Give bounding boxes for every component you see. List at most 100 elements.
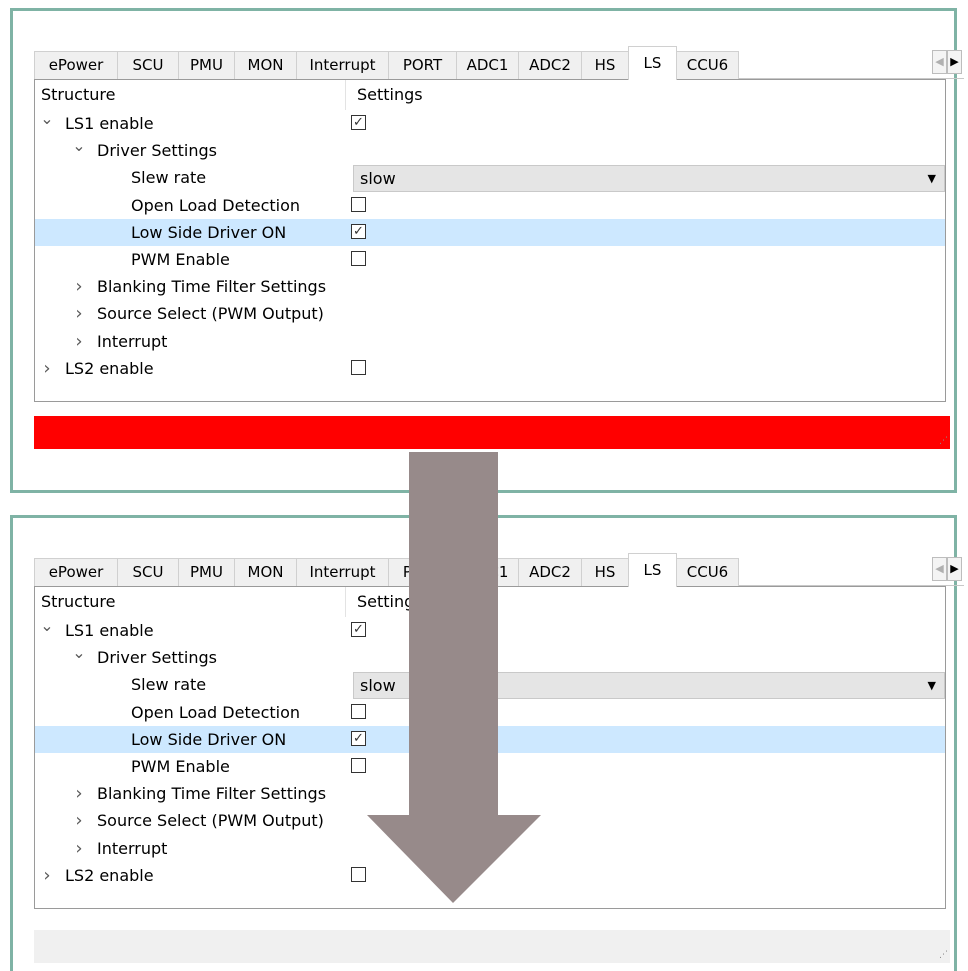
settings-tree: Structure Settings ⌄ LS1 enable ✓ ⌄ Driver Set… bbox=[34, 586, 946, 909]
setting-checkbox[interactable] bbox=[351, 866, 366, 882]
tree-row-label: PWM Enable bbox=[131, 757, 230, 776]
tree-row-label: Interrupt bbox=[97, 838, 168, 858]
chevron-right-icon[interactable]: › bbox=[71, 300, 87, 327]
tree-row-label: Low Side Driver ON bbox=[131, 222, 287, 242]
chevron-down-icon[interactable]: ⌄ bbox=[71, 137, 87, 164]
tree-row-label: Blanking Time Filter Settings bbox=[97, 784, 327, 804]
tree-row[interactable]: ⌄ Driver Settings bbox=[35, 137, 945, 164]
tab-port[interactable]: PORT bbox=[388, 51, 457, 79]
setting-checkbox[interactable] bbox=[351, 359, 366, 375]
tab-mon[interactable]: MON bbox=[234, 558, 297, 586]
chevron-right-icon[interactable]: › bbox=[71, 807, 87, 834]
tree-row-label: Source Select (PWM Output) bbox=[97, 304, 324, 324]
tab-adc2[interactable]: ADC2 bbox=[518, 558, 582, 586]
setting-checkbox[interactable]: ✓ bbox=[351, 730, 366, 746]
setting-checkbox[interactable] bbox=[351, 703, 366, 719]
tree-row[interactable]: Slew rate slow ▼ bbox=[35, 671, 945, 700]
tab-scroll-left-icon[interactable]: ◀ bbox=[932, 50, 947, 74]
tab-ls[interactable]: LS bbox=[628, 46, 677, 80]
resize-grip-icon[interactable]: ⋰ bbox=[939, 436, 948, 446]
tree-row[interactable]: › Blanking Time Filter Settings bbox=[35, 273, 945, 300]
setting-checkbox[interactable]: ✓ bbox=[351, 223, 366, 239]
tab-epower[interactable]: ePower bbox=[34, 558, 118, 586]
chevron-right-icon[interactable]: › bbox=[39, 862, 55, 889]
chevron-right-icon[interactable]: › bbox=[39, 355, 55, 382]
tab-ccu6[interactable]: CCU6 bbox=[676, 51, 739, 79]
tree-row[interactable]: PWM Enable bbox=[35, 753, 945, 780]
tree-header: Structure Settings bbox=[35, 587, 945, 617]
tree-row-label: Interrupt bbox=[97, 331, 168, 351]
tree-row[interactable]: › Source Select (PWM Output) bbox=[35, 300, 945, 327]
tab-bar: ePower SCU PMU MON Interrupt PORT ADC1 ADC2 HS LS… bbox=[34, 553, 964, 587]
tree-row-label: LS2 enable bbox=[65, 865, 154, 885]
tree-row[interactable]: › Interrupt bbox=[35, 835, 945, 862]
tree-row[interactable]: › LS2 enable bbox=[35, 862, 945, 889]
tab-scroll-left-icon[interactable]: ◀ bbox=[932, 557, 947, 581]
resize-grip-icon[interactable]: ⋰ bbox=[939, 950, 948, 960]
tab-port[interactable]: PORT bbox=[388, 558, 457, 586]
column-header-settings[interactable]: Settings bbox=[357, 80, 423, 110]
tab-scroll-right-icon[interactable]: ▶ bbox=[947, 557, 962, 581]
tree-header: Structure Settings bbox=[35, 80, 945, 110]
dropdown-arrow-icon[interactable]: ▼ bbox=[928, 673, 936, 698]
tree-row[interactable]: › LS2 enable bbox=[35, 355, 945, 382]
tab-hs[interactable]: HS bbox=[581, 558, 629, 586]
chevron-down-icon[interactable]: ⌄ bbox=[39, 110, 55, 137]
setting-checkbox[interactable] bbox=[351, 758, 366, 773]
tab-scu[interactable]: SCU bbox=[117, 558, 179, 586]
tree-row[interactable]: Low Side Driver ON ✓ bbox=[35, 218, 945, 246]
tab-interrupt[interactable]: Interrupt bbox=[296, 51, 389, 79]
chevron-right-icon[interactable]: › bbox=[71, 328, 87, 355]
tab-adc2[interactable]: ADC2 bbox=[518, 51, 582, 79]
tab-bar: ePower SCU PMU MON Interrupt PORT ADC1 ADC2 HS LS… bbox=[34, 46, 964, 80]
tree-row[interactable]: Slew rate slow ▼ bbox=[35, 164, 945, 193]
dropdown-arrow-icon[interactable]: ▼ bbox=[928, 166, 936, 191]
tree-row[interactable]: › Source Select (PWM Output) bbox=[35, 807, 945, 834]
tree-row[interactable]: › Blanking Time Filter Settings bbox=[35, 780, 945, 807]
tree-row[interactable]: Low Side Driver ON ✓ bbox=[35, 725, 945, 753]
column-header-structure[interactable]: Structure bbox=[41, 587, 115, 617]
tab-adc1[interactable]: ADC1 bbox=[456, 558, 519, 586]
tree-row-label: Blanking Time Filter Settings bbox=[97, 277, 327, 297]
tab-ccu6[interactable]: CCU6 bbox=[676, 558, 739, 586]
column-header-settings[interactable]: Settings bbox=[357, 587, 423, 617]
tree-row[interactable]: ⌄ LS1 enable ✓ bbox=[35, 110, 945, 137]
slew-rate-select[interactable]: slow ▼ bbox=[353, 165, 945, 193]
tree-row[interactable]: › Interrupt bbox=[35, 328, 945, 355]
setting-checkbox[interactable] bbox=[351, 251, 366, 266]
tree-row[interactable]: ⌄ Driver Settings bbox=[35, 644, 945, 671]
status-bar-error: ⋰ bbox=[34, 416, 950, 449]
tab-pmu[interactable]: PMU bbox=[178, 558, 235, 586]
tab-hs[interactable]: HS bbox=[581, 51, 629, 79]
tab-mon[interactable]: MON bbox=[234, 51, 297, 79]
setting-checkbox[interactable]: ✓ bbox=[351, 622, 366, 637]
chevron-right-icon[interactable]: › bbox=[71, 835, 87, 862]
chevron-right-icon[interactable]: › bbox=[71, 273, 87, 300]
tree-row-label: LS2 enable bbox=[65, 358, 154, 378]
setting-checkbox[interactable] bbox=[351, 196, 366, 212]
tab-ls[interactable]: LS bbox=[628, 553, 677, 587]
chevron-down-icon[interactable]: ⌄ bbox=[39, 617, 55, 644]
tab-epower[interactable]: ePower bbox=[34, 51, 118, 79]
select-value: slow bbox=[360, 676, 396, 696]
column-divider[interactable] bbox=[345, 80, 346, 110]
slew-rate-select[interactable]: slow ▼ bbox=[353, 672, 945, 700]
after-panel: ePower SCU PMU MON Interrupt PORT ADC1 ADC2 HS LS… bbox=[10, 515, 964, 971]
tree-row[interactable]: PWM Enable bbox=[35, 246, 945, 273]
tab-scu[interactable]: SCU bbox=[117, 51, 179, 79]
tree-row-label: Driver Settings bbox=[97, 648, 217, 668]
tree-row[interactable]: Open Load Detection bbox=[35, 192, 945, 219]
chevron-right-icon[interactable]: › bbox=[71, 780, 87, 807]
tree-row[interactable]: ⌄ LS1 enable ✓ bbox=[35, 617, 945, 644]
column-divider[interactable] bbox=[345, 587, 346, 617]
before-panel: ePower SCU PMU MON Interrupt PORT ADC1 ADC2 HS LS… bbox=[10, 8, 964, 493]
tree-row[interactable]: Open Load Detection bbox=[35, 699, 945, 726]
tab-adc1[interactable]: ADC1 bbox=[456, 51, 519, 79]
tab-pmu[interactable]: PMU bbox=[178, 51, 235, 79]
tab-interrupt[interactable]: Interrupt bbox=[296, 558, 389, 586]
tree-row-label: LS1 enable bbox=[65, 114, 154, 133]
tab-scroll-right-icon[interactable]: ▶ bbox=[947, 50, 962, 74]
setting-checkbox[interactable]: ✓ bbox=[351, 115, 366, 130]
chevron-down-icon[interactable]: ⌄ bbox=[71, 644, 87, 671]
column-header-structure[interactable]: Structure bbox=[41, 80, 115, 110]
